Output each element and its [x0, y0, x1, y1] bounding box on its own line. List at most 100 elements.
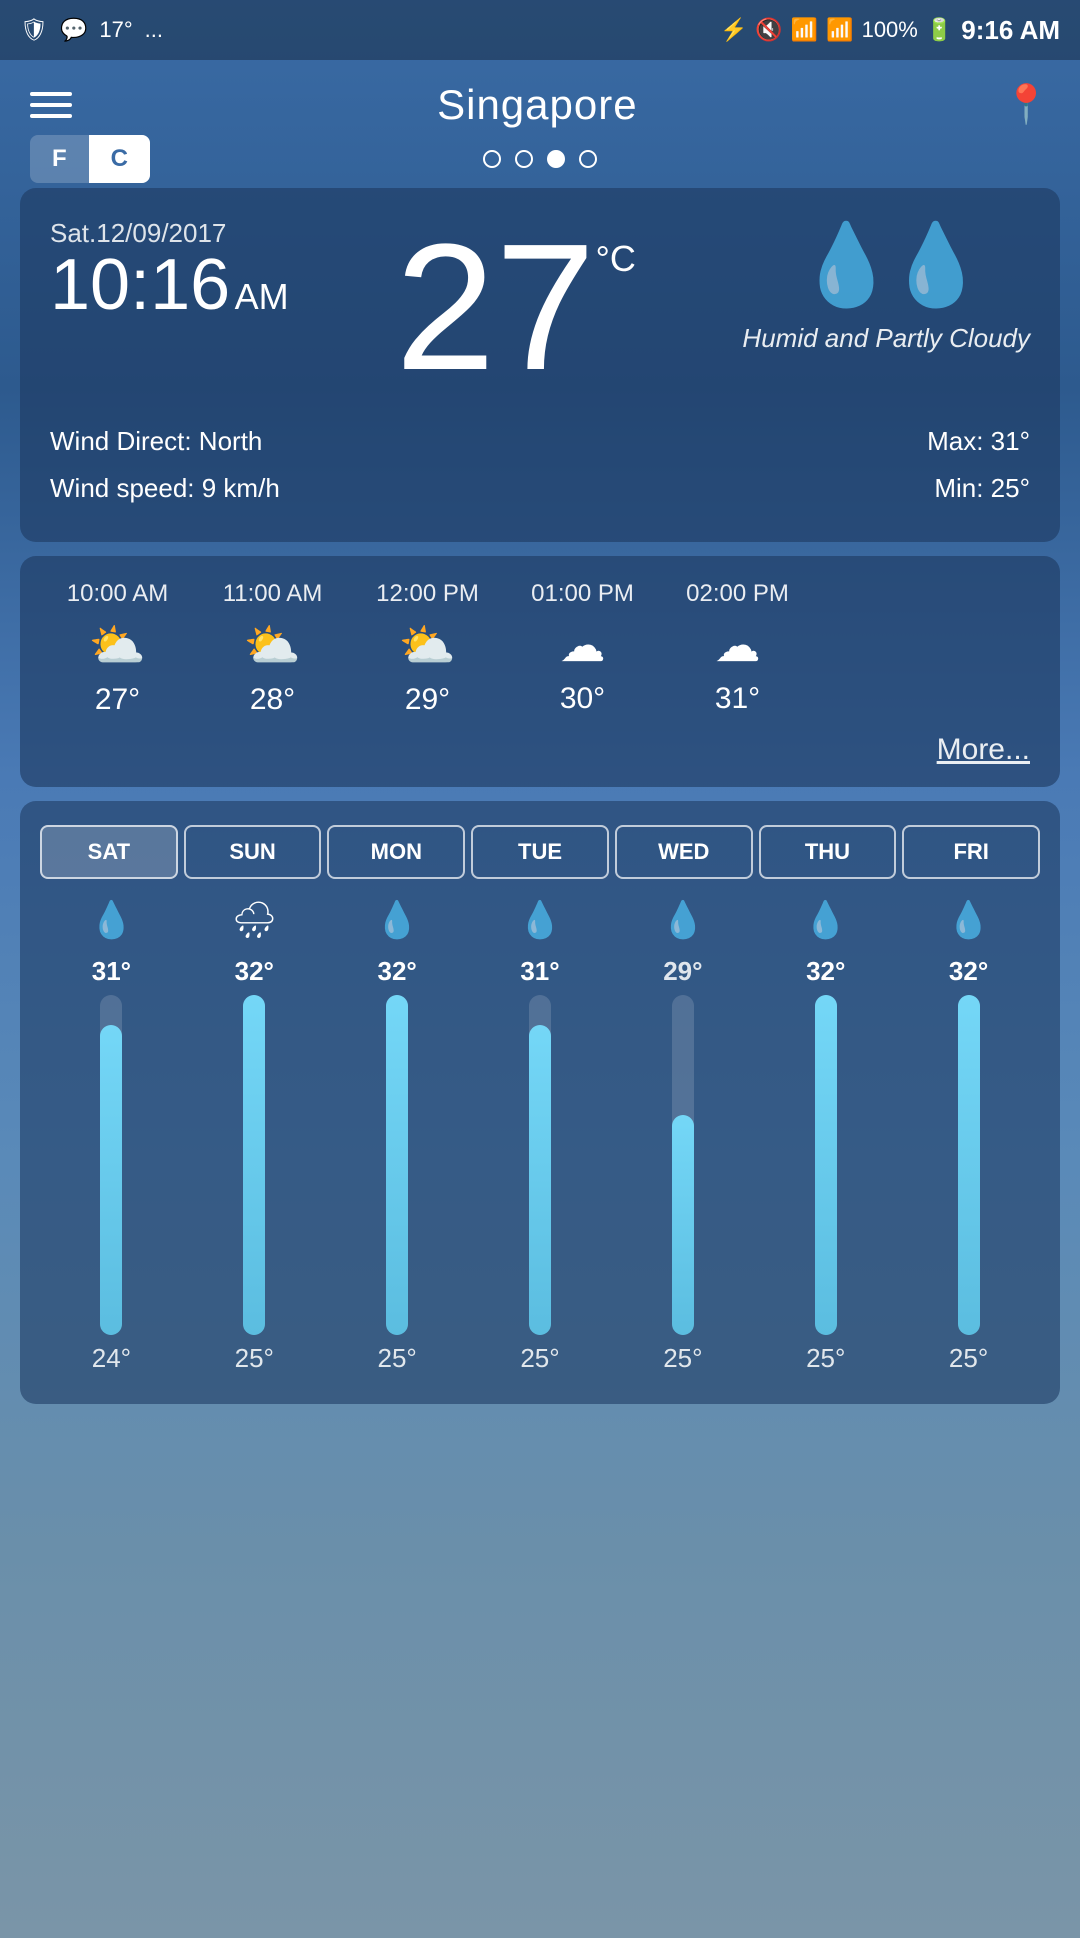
hourly-forecast-card: 10:00 AM ⛅ 27° 11:00 AM ⛅ 28° 12:00 PM ⛅… — [20, 556, 1060, 787]
weekly-bars-row: 31° 24° 32° 25° 32° 25° 31° — [40, 951, 1040, 1374]
hourly-item-3: 01:00 PM ☁ 30° — [505, 580, 660, 717]
day-tab-tue[interactable]: TUE — [471, 825, 609, 879]
humidity-icon: 💧💧 — [797, 218, 976, 312]
temperature-status: 17° — [99, 17, 132, 43]
weekly-icon-6: 💧 — [897, 899, 1040, 941]
weekly-icon-4: 💧 — [611, 899, 754, 941]
hourly-temp-1: 28° — [250, 683, 295, 717]
bar-wrapper-4 — [672, 995, 694, 1335]
more-status: ... — [145, 17, 163, 43]
bar-fill-1 — [243, 995, 265, 1335]
wind-speed: Wind speed: 9 km/h — [50, 465, 280, 512]
day-tab-sat[interactable]: SAT — [40, 825, 178, 879]
status-right: ⚡ 🔇 📶 📶 100% 🔋 9:16 AM — [720, 15, 1060, 46]
bar-max-1: 32° — [235, 951, 274, 987]
hourly-time-2: 12:00 PM — [376, 580, 479, 608]
weekly-icons-row: 💧 🌧 💧 💧 💧 💧 💧 — [40, 899, 1040, 941]
condition-text: Humid and Partly Cloudy — [742, 322, 1030, 356]
hourly-item-0: 10:00 AM ⛅ 27° — [40, 580, 195, 717]
bar-fill-2 — [386, 995, 408, 1335]
bar-max-3: 31° — [520, 951, 559, 987]
day-tab-thu[interactable]: THU — [759, 825, 897, 879]
weekly-icon-5: 💧 — [754, 899, 897, 941]
bar-min-2: 25° — [377, 1343, 416, 1374]
temp-unit: °C — [595, 238, 635, 280]
current-condition-section: 💧💧 Humid and Partly Cloudy — [742, 218, 1030, 356]
day-tab-wed[interactable]: WED — [615, 825, 753, 879]
bar-wrapper-6 — [958, 995, 980, 1335]
current-bottom: Wind Direct: North Wind speed: 9 km/h Ma… — [50, 418, 1030, 512]
max-temp: Max: 31° — [927, 418, 1030, 465]
day-tab-sun[interactable]: SUN — [184, 825, 322, 879]
bar-wrapper-0 — [100, 995, 122, 1335]
current-top: Sat.12/09/2017 10:16 AM 27 °C 💧💧 Humid a… — [50, 218, 1030, 398]
bar-min-1: 25° — [235, 1343, 274, 1374]
bar-wrapper-1 — [243, 995, 265, 1335]
fahrenheit-button[interactable]: F — [30, 135, 89, 183]
hourly-time-4: 02:00 PM — [686, 580, 789, 608]
bar-max-5: 32° — [806, 951, 845, 987]
weekly-bar-col-2: 32° 25° — [326, 951, 469, 1374]
bar-min-4: 25° — [663, 1343, 702, 1374]
weekly-bar-col-1: 32° 25° — [183, 951, 326, 1374]
current-temperature: 27 — [395, 218, 595, 398]
hourly-icon-1: ⛅ — [244, 618, 301, 673]
hourly-item-4: 02:00 PM ☁ 31° — [660, 580, 815, 717]
shield-icon: 🛡 — [20, 17, 48, 43]
day-tab-fri[interactable]: FRI — [902, 825, 1040, 879]
top-nav: Singapore 📍 — [0, 60, 1080, 150]
hourly-temp-3: 30° — [560, 682, 605, 716]
hourly-scroll: 10:00 AM ⛅ 27° 11:00 AM ⛅ 28° 12:00 PM ⛅… — [40, 580, 1040, 717]
hourly-item-2: 12:00 PM ⛅ 29° — [350, 580, 505, 717]
location-icon[interactable]: 📍 — [1003, 83, 1050, 127]
weekly-bar-col-5: 32° 25° — [754, 951, 897, 1374]
hourly-item-1: 11:00 AM ⛅ 28° — [195, 580, 350, 717]
current-time-row: 10:16 AM — [50, 249, 289, 321]
hourly-icon-2: ⛅ — [399, 618, 456, 673]
hourly-time-0: 10:00 AM — [67, 580, 168, 608]
weekly-bar-col-4: 29° 25° — [611, 951, 754, 1374]
current-weather-card: Sat.12/09/2017 10:16 AM 27 °C 💧💧 Humid a… — [20, 188, 1060, 542]
page-dot-1[interactable] — [483, 150, 501, 168]
day-tabs: SAT SUN MON TUE WED THU FRI — [40, 825, 1040, 879]
weekly-bar-col-3: 31° 25° — [469, 951, 612, 1374]
hamburger-menu[interactable] — [30, 92, 72, 118]
message-icon: 💬 — [60, 17, 87, 43]
bar-min-0: 24° — [92, 1343, 131, 1374]
bar-max-6: 32° — [949, 951, 988, 987]
page-dot-2[interactable] — [515, 150, 533, 168]
bar-fill-5 — [815, 995, 837, 1335]
unit-toggle[interactable]: F C — [30, 135, 150, 183]
mute-icon: 🔇 — [755, 17, 782, 43]
bluetooth-icon: ⚡ — [720, 17, 747, 43]
weekly-bar-col-6: 32° 25° — [897, 951, 1040, 1374]
page-dot-3[interactable] — [547, 150, 565, 168]
bar-wrapper-3 — [529, 995, 551, 1335]
more-link[interactable]: More... — [40, 733, 1040, 767]
wifi-icon: 📶 — [791, 17, 818, 43]
bar-fill-3 — [529, 1025, 551, 1335]
page-dot-4[interactable] — [579, 150, 597, 168]
current-datetime: Sat.12/09/2017 10:16 AM — [50, 218, 289, 321]
battery-icon: 🔋 — [926, 17, 953, 43]
weekly-forecast-card: SAT SUN MON TUE WED THU FRI 💧 🌧 💧 💧 💧 💧 … — [20, 801, 1060, 1404]
hourly-icon-3: ☁ — [560, 618, 606, 672]
day-tab-mon[interactable]: MON — [327, 825, 465, 879]
hourly-icon-4: ☁ — [715, 618, 761, 672]
hamburger-line-2 — [30, 103, 72, 107]
wind-info: Wind Direct: North Wind speed: 9 km/h — [50, 418, 280, 512]
hourly-temp-2: 29° — [405, 683, 450, 717]
weekly-bar-col-0: 31° 24° — [40, 951, 183, 1374]
bar-max-0: 31° — [92, 951, 131, 987]
bar-min-3: 25° — [520, 1343, 559, 1374]
bar-wrapper-5 — [815, 995, 837, 1335]
bar-max-4: 29° — [663, 951, 702, 987]
wind-direction: Wind Direct: North — [50, 418, 280, 465]
unit-row: F C — [0, 150, 1080, 178]
hamburger-line-3 — [30, 114, 72, 118]
current-time: 10:16 — [50, 245, 230, 325]
weekly-icon-2: 💧 — [326, 899, 469, 941]
status-bar: 🛡 💬 17° ... ⚡ 🔇 📶 📶 100% 🔋 9:16 AM — [0, 0, 1080, 60]
celsius-button[interactable]: C — [89, 135, 150, 183]
bar-fill-0 — [100, 1025, 122, 1335]
